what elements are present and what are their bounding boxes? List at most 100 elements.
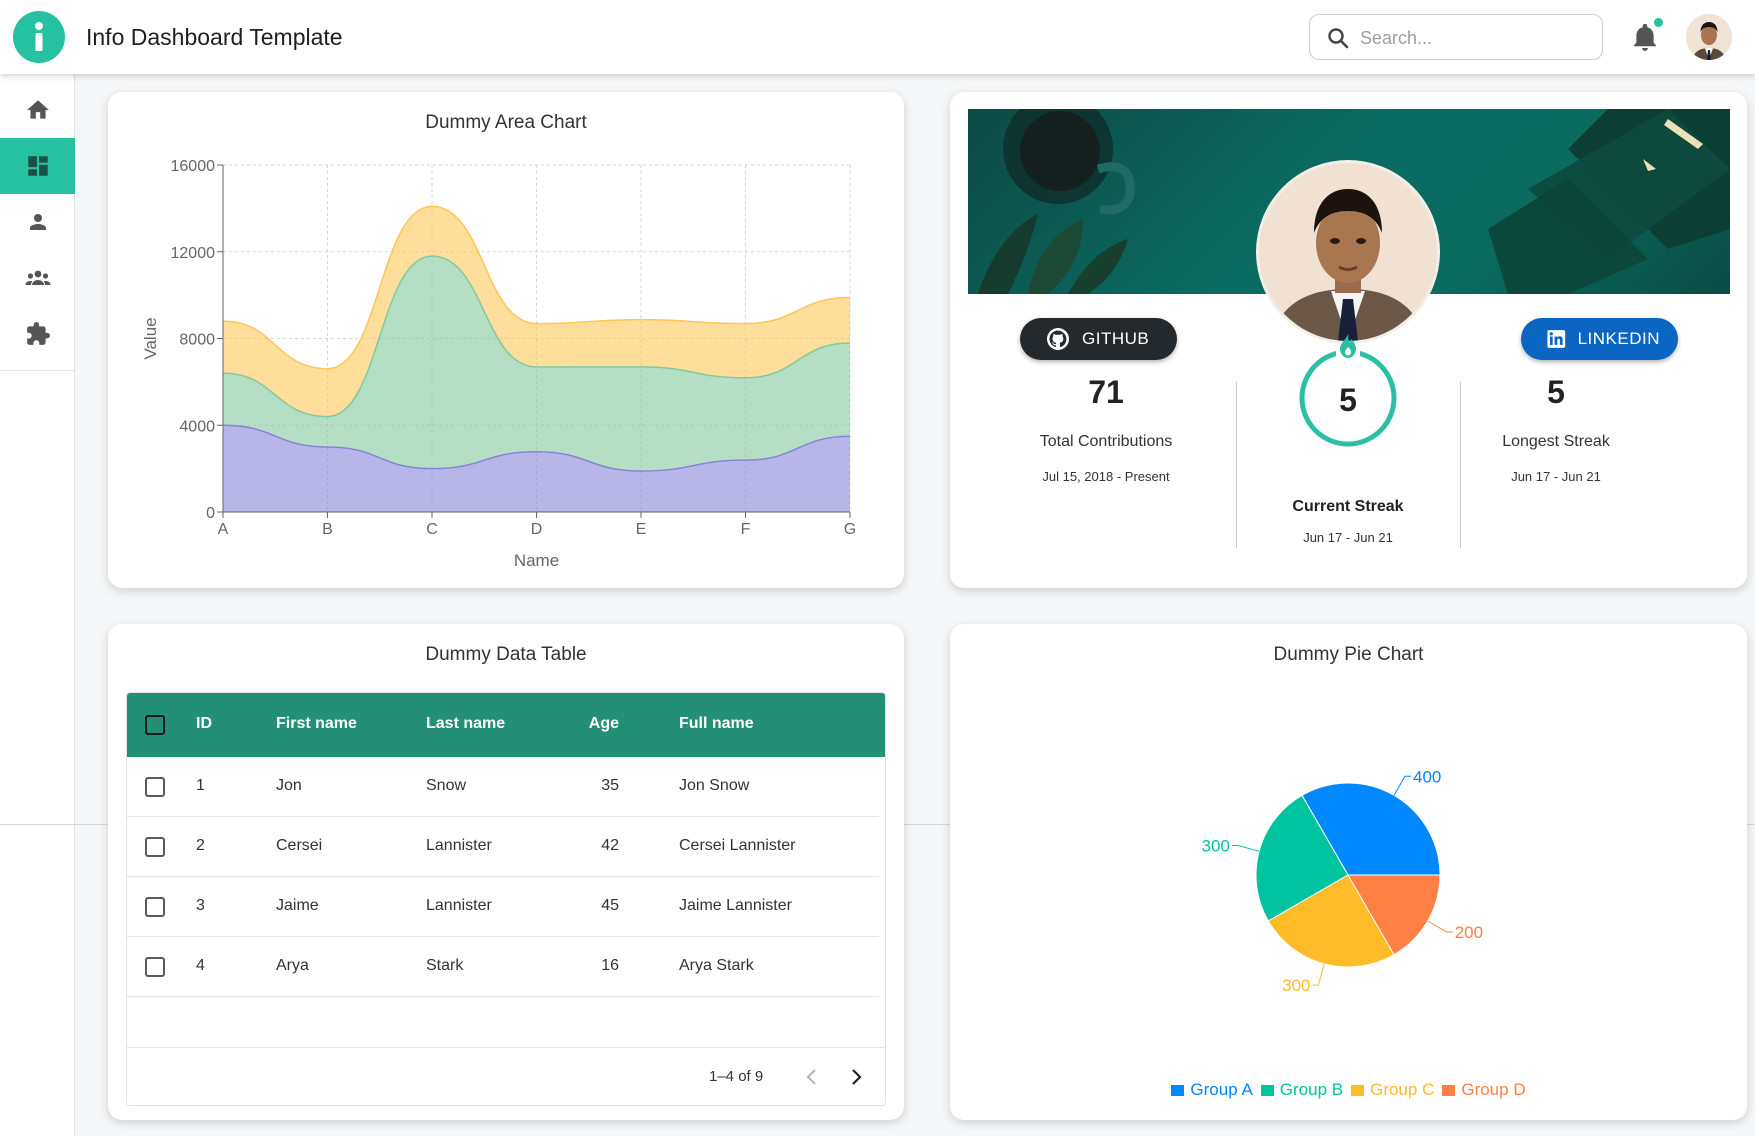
chevron-right-icon xyxy=(852,1069,862,1085)
data-table-title: Dummy Data Table xyxy=(425,644,587,665)
info-icon[interactable] xyxy=(13,11,65,63)
legend-swatch xyxy=(1171,1085,1185,1096)
pie-chart: 400 300 300 200 xyxy=(1202,767,1484,995)
person-icon xyxy=(29,214,46,230)
column-header-id[interactable]: ID xyxy=(196,715,212,733)
cell-full-name: Jon Snow xyxy=(679,777,750,794)
legend-label: Group B xyxy=(1279,1080,1344,1099)
x-tick-label: E xyxy=(636,521,647,538)
data-table: ID First name Last name Age Full name 1 … xyxy=(126,692,886,1106)
cell-id: 2 xyxy=(196,837,205,854)
cell-full-name: Cersei Lannister xyxy=(679,837,796,854)
github-button[interactable]: GITHUB xyxy=(1020,318,1177,360)
total-contributions-value: 71 xyxy=(1088,374,1124,410)
cell-last-name: Stark xyxy=(426,957,464,974)
x-axis-label: Name xyxy=(514,551,559,570)
pie-value-label: 200 xyxy=(1455,923,1483,942)
bell-icon xyxy=(1634,23,1656,51)
linkedin-button[interactable]: LINKEDIN xyxy=(1521,318,1678,360)
previous-page-button[interactable] xyxy=(803,1066,821,1092)
search-input[interactable] xyxy=(1360,24,1590,52)
current-streak-value: 5 xyxy=(1339,382,1357,418)
longest-streak-range: Jun 17 - Jun 21 xyxy=(1511,469,1601,484)
select-all-checkbox[interactable] xyxy=(145,715,165,735)
cell-age: 35 xyxy=(601,777,619,794)
data-table-card: Dummy Data Table ID First name Last name… xyxy=(108,624,904,1120)
pie-chart-card: Dummy Pie Chart 400 300 300 200 Group A Grou… xyxy=(950,624,1747,1120)
cell-age: 42 xyxy=(601,837,619,854)
table-row[interactable]: 1 Jon Snow 35 Jon Snow xyxy=(127,757,879,817)
pie-label-line xyxy=(1393,775,1411,796)
column-header-first-name[interactable]: First name xyxy=(276,715,357,733)
legend-item: Group C xyxy=(1351,1080,1434,1100)
table-row[interactable]: 3 Jaime Lannister 45 Jaime Lannister xyxy=(127,877,879,937)
row-checkbox[interactable] xyxy=(145,837,165,857)
linkedin-icon xyxy=(1547,330,1566,348)
legend-label: Group A xyxy=(1190,1080,1253,1099)
longest-streak-value: 5 xyxy=(1547,374,1565,410)
sidebar-item-home[interactable] xyxy=(0,82,75,138)
cell-last-name: Lannister xyxy=(426,837,492,854)
sidebar-item-extensions[interactable] xyxy=(0,306,75,362)
total-contributions-range: Jul 15, 2018 - Present xyxy=(1042,469,1170,484)
longest-streak-label: Longest Streak xyxy=(1502,433,1610,450)
notification-dot xyxy=(1654,18,1663,27)
legend-swatch xyxy=(1351,1085,1365,1096)
cell-last-name: Snow xyxy=(426,777,467,794)
x-tick-label: G xyxy=(844,521,856,538)
app-header: Info Dashboard Template xyxy=(0,0,1755,74)
fire-icon xyxy=(1340,334,1356,358)
profile-card: GITHUB LINKEDIN 71 Total Contributions J… xyxy=(950,92,1747,588)
search-icon xyxy=(1326,26,1350,55)
area-chart: 0 4000 8000 12000 16000 A B C D E F G Name Value xyxy=(141,158,856,570)
y-axis-label: Value xyxy=(141,317,160,359)
y-tick-label: 4000 xyxy=(179,418,215,435)
cell-age: 16 xyxy=(601,957,619,974)
y-tick-label: 8000 xyxy=(179,332,215,349)
table-header: ID First name Last name Age Full name xyxy=(127,693,885,757)
legend-swatch xyxy=(1260,1085,1274,1096)
x-tick-label: F xyxy=(741,521,751,538)
notifications-button[interactable] xyxy=(1631,18,1663,52)
row-checkbox[interactable] xyxy=(145,777,165,797)
table-row[interactable]: 4 Arya Stark 16 Arya Stark xyxy=(127,937,879,997)
sidebar-item-dashboard[interactable] xyxy=(0,138,75,194)
pie-value-label: 300 xyxy=(1202,836,1230,855)
column-header-last-name[interactable]: Last name xyxy=(426,715,505,733)
table-row[interactable]: 2 Cersei Lannister 42 Cersei Lannister xyxy=(127,817,879,877)
next-page-button[interactable] xyxy=(847,1066,865,1092)
current-streak-label: Current Streak xyxy=(1292,498,1404,515)
app-title: Info Dashboard Template xyxy=(86,24,343,50)
group-icon xyxy=(25,270,50,285)
y-tick-label: 16000 xyxy=(171,158,216,175)
github-label: GITHUB xyxy=(1082,329,1150,348)
sidebar-divider xyxy=(0,370,75,371)
stat-divider xyxy=(1236,382,1237,548)
row-checkbox[interactable] xyxy=(145,957,165,977)
longest-streak-stat: 5 Longest Streak Jun 17 - Jun 21 xyxy=(1456,374,1656,484)
legend-item: Group D xyxy=(1442,1080,1526,1100)
cell-first-name: Cersei xyxy=(276,837,323,854)
cell-age: 45 xyxy=(601,897,619,914)
pie-label-line xyxy=(1231,844,1260,852)
y-tick-label: 12000 xyxy=(171,245,216,262)
pie-label-line xyxy=(1427,920,1453,933)
cell-full-name: Arya Stark xyxy=(679,957,754,974)
sidebar-item-team[interactable] xyxy=(0,250,75,306)
x-tick-label: B xyxy=(322,521,333,538)
github-icon xyxy=(1047,328,1069,350)
cell-id: 4 xyxy=(196,957,205,974)
sidebar-item-profile[interactable] xyxy=(0,194,75,250)
legend-item: Group B xyxy=(1260,1080,1344,1100)
legend-item: Group A xyxy=(1171,1080,1253,1100)
search-box[interactable] xyxy=(1309,14,1603,60)
cell-id: 1 xyxy=(196,777,205,794)
row-checkbox[interactable] xyxy=(145,897,165,917)
x-tick-label: A xyxy=(218,521,229,538)
avatar[interactable] xyxy=(1686,14,1732,60)
column-header-age[interactable]: Age xyxy=(559,715,619,733)
pagination-range: 1–4 of 9 xyxy=(709,1068,764,1085)
column-header-full-name[interactable]: Full name xyxy=(679,715,754,733)
cell-first-name: Jon xyxy=(276,777,302,794)
pie-legend: Group A Group B Group C Group D xyxy=(950,1080,1747,1100)
